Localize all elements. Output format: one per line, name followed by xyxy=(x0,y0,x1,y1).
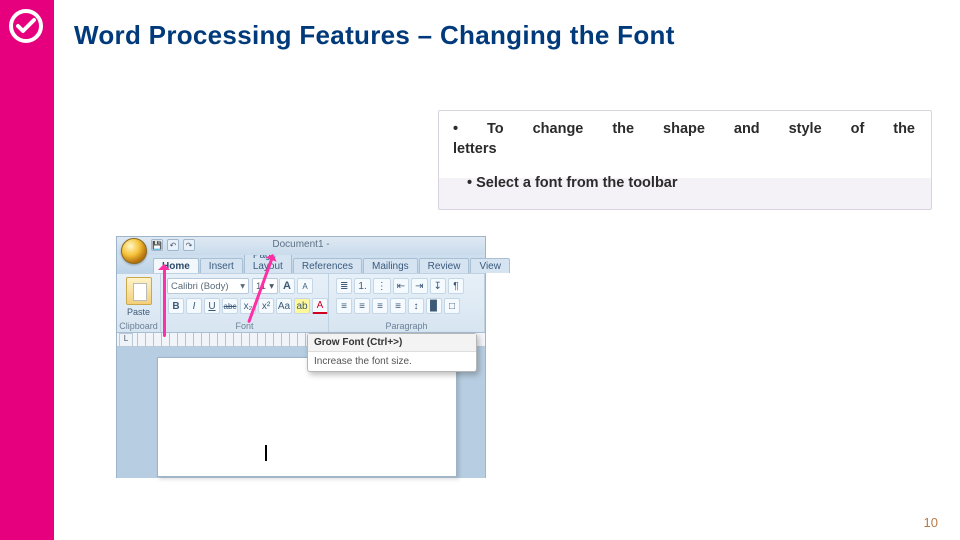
tab-selector[interactable]: L xyxy=(119,333,133,347)
numbering-button[interactable]: 1. xyxy=(354,278,370,294)
font-name-dropdown[interactable]: Calibri (Body) ▾ xyxy=(167,278,249,294)
group-clipboard: Paste Clipboard xyxy=(117,274,161,332)
tab-review[interactable]: Review xyxy=(419,258,470,273)
page-number: 10 xyxy=(924,515,938,530)
paste-icon[interactable] xyxy=(126,277,152,305)
show-marks-button[interactable]: ¶ xyxy=(448,278,464,294)
align-center-button[interactable]: ≡ xyxy=(354,298,370,314)
group-paragraph: ≣ 1. ⋮ ⇤ ⇥ ↧ ¶ ≡ ≡ ≡ ≡ ↕ ▉ □ Paragr xyxy=(329,274,485,332)
tooltip-title: Grow Font (Ctrl+>) xyxy=(308,334,476,352)
group-label-font: Font xyxy=(161,321,328,331)
bullets-button[interactable]: ≣ xyxy=(336,278,352,294)
grow-font-button[interactable]: A xyxy=(279,278,295,294)
align-left-button[interactable]: ≡ xyxy=(336,298,352,314)
chevron-down-icon: ▾ xyxy=(240,281,245,292)
bullet-2: • Select a font from the toolbar xyxy=(453,175,917,191)
tab-mailings[interactable]: Mailings xyxy=(363,258,418,273)
font-name-value: Calibri (Body) xyxy=(171,281,229,292)
line-spacing-button[interactable]: ↕ xyxy=(408,298,424,314)
strikethrough-button[interactable]: abc xyxy=(222,298,238,314)
superscript-button[interactable]: x² xyxy=(258,298,274,314)
bullet-1-line-1: • To change the shape and style of the xyxy=(453,121,917,137)
tab-references[interactable]: References xyxy=(293,258,362,273)
font-color-button[interactable]: A xyxy=(312,298,328,314)
sort-button[interactable]: ↧ xyxy=(430,278,446,294)
slide-title: Word Processing Features – Changing the … xyxy=(74,20,675,51)
checkmark-logo-icon xyxy=(6,6,46,46)
ribbon: Paste Clipboard Calibri (Body) ▾ 11 ▾ A … xyxy=(117,273,485,333)
increase-indent-button[interactable]: ⇥ xyxy=(411,278,427,294)
underline-button[interactable]: U xyxy=(204,298,220,314)
window-title: Document1 - xyxy=(117,239,485,250)
justify-button[interactable]: ≡ xyxy=(390,298,406,314)
sidebar xyxy=(0,0,54,540)
tab-insert[interactable]: Insert xyxy=(200,258,243,273)
annotation-arrow-icon xyxy=(163,267,166,337)
group-label-paragraph: Paragraph xyxy=(329,321,484,331)
bold-button[interactable]: B xyxy=(168,298,184,314)
decrease-indent-button[interactable]: ⇤ xyxy=(393,278,409,294)
tooltip: Grow Font (Ctrl+>) Increase the font siz… xyxy=(307,333,477,372)
tab-view[interactable]: View xyxy=(470,258,510,273)
bullet-1-line-2: letters xyxy=(453,141,917,157)
ribbon-tabs: Home Insert Page Layout References Maili… xyxy=(117,255,485,273)
instruction-panel: • To change the shape and style of the l… xyxy=(438,110,932,210)
highlight-button[interactable]: ab xyxy=(294,298,310,314)
text-cursor-icon xyxy=(265,445,267,461)
italic-button[interactable]: I xyxy=(186,298,202,314)
slide: Word Processing Features – Changing the … xyxy=(0,0,960,540)
tooltip-body: Increase the font size. xyxy=(308,352,476,371)
change-case-button[interactable]: Aa xyxy=(276,298,292,314)
chevron-down-icon: ▾ xyxy=(269,281,274,292)
align-right-button[interactable]: ≡ xyxy=(372,298,388,314)
shrink-font-button[interactable]: A xyxy=(297,278,313,294)
word-window: 💾 ↶ ↷ Document1 - Home Insert Page Layou… xyxy=(116,236,486,478)
page[interactable] xyxy=(157,357,457,477)
office-button-icon[interactable] xyxy=(121,238,147,264)
multilevel-list-button[interactable]: ⋮ xyxy=(373,278,391,294)
titlebar: 💾 ↶ ↷ Document1 - xyxy=(117,237,485,255)
borders-button[interactable]: □ xyxy=(444,298,460,314)
group-label-clipboard: Clipboard xyxy=(117,321,160,331)
shading-button[interactable]: ▉ xyxy=(426,298,442,314)
group-font: Calibri (Body) ▾ 11 ▾ A A B I U abc x₂ xyxy=(161,274,329,332)
paste-label: Paste xyxy=(123,307,154,317)
